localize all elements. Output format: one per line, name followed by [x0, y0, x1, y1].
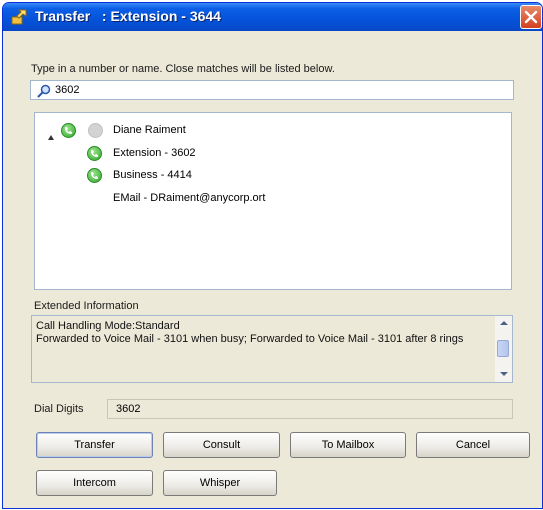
search-instructions: Type in a number or name. Close matches … — [31, 63, 335, 75]
whisper-button[interactable]: Whisper — [163, 470, 277, 496]
dial-digits-value: 3602 — [116, 403, 141, 415]
phone-icon — [61, 123, 76, 138]
search-input[interactable]: 3602 — [30, 80, 514, 100]
phone-icon — [87, 168, 102, 183]
scroll-up-icon[interactable] — [500, 321, 508, 325]
extended-info-text: Call Handling Mode:Standard Forwarded to… — [36, 320, 491, 346]
phone-icon — [87, 146, 102, 161]
call-handling-mode: Call Handling Mode:Standard — [36, 320, 180, 332]
search-value: 3602 — [55, 84, 80, 96]
transfer-icon — [11, 8, 29, 26]
collapse-arrow-icon[interactable] — [48, 135, 54, 140]
cancel-button[interactable]: Cancel — [416, 432, 530, 458]
list-item-extension[interactable]: Extension - 3602 — [113, 147, 196, 159]
forwarding-info: Forwarded to Voice Mail - 3101 when busy… — [36, 333, 464, 345]
to-mailbox-button[interactable]: To Mailbox — [290, 432, 406, 458]
scroll-thumb[interactable] — [497, 340, 509, 357]
scrollbar[interactable] — [495, 316, 512, 382]
list-item-email[interactable]: EMail - DRaiment@anycorp.ort — [113, 192, 265, 204]
transfer-button[interactable]: Transfer — [36, 432, 153, 458]
window-title: Transfer : Extension - 3644 — [35, 8, 221, 24]
results-tree[interactable]: Diane Raiment Extension - 3602 Business … — [34, 112, 512, 290]
extended-info-box[interactable]: Call Handling Mode:Standard Forwarded to… — [31, 315, 513, 383]
close-button[interactable] — [520, 5, 542, 29]
list-item-business[interactable]: Business - 4414 — [113, 169, 192, 181]
contact-name[interactable]: Diane Raiment — [113, 124, 186, 136]
consult-button[interactable]: Consult — [163, 432, 280, 458]
close-icon — [524, 10, 538, 24]
dial-digits-field[interactable]: 3602 — [107, 399, 513, 419]
title-bar[interactable]: Transfer : Extension - 3644 — [3, 3, 542, 31]
extended-info-label: Extended Information — [34, 300, 139, 312]
dial-digits-label: Dial Digits — [34, 403, 84, 415]
presence-icon — [88, 123, 103, 138]
scroll-down-icon[interactable] — [500, 372, 508, 376]
intercom-button[interactable]: Intercom — [36, 470, 153, 496]
search-icon — [37, 84, 51, 101]
